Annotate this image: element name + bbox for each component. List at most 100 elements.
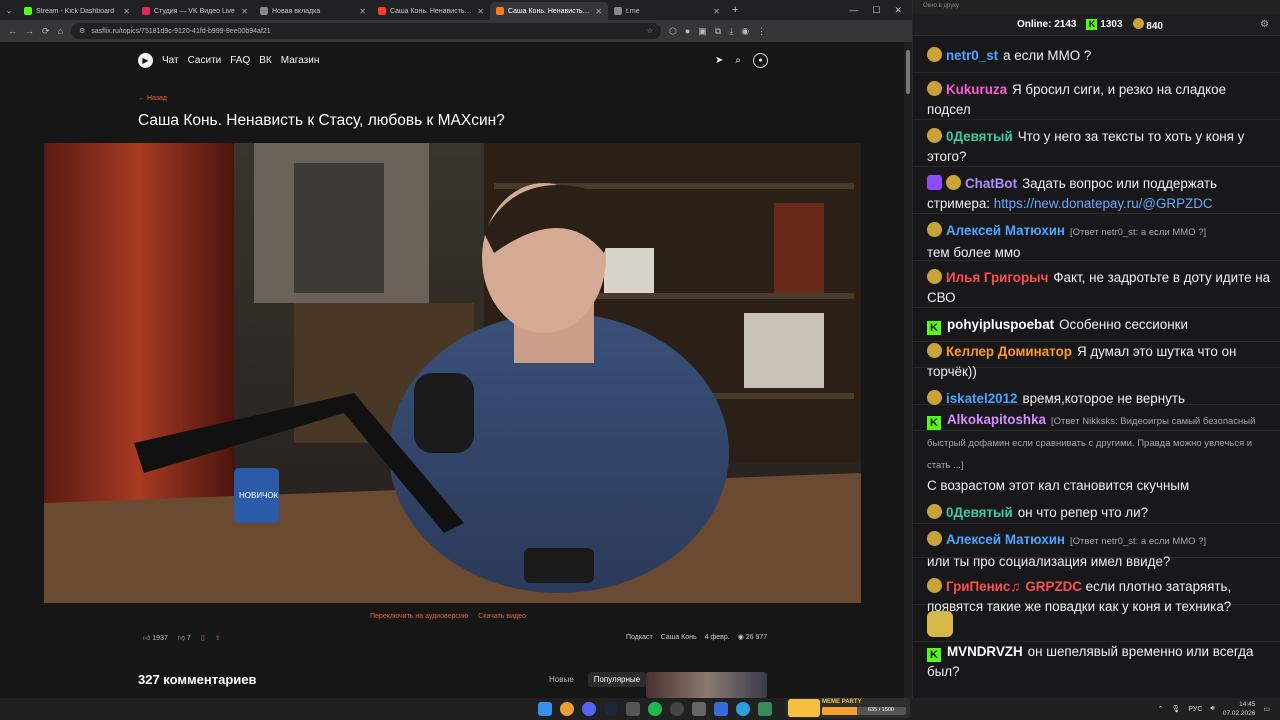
scrollbar-thumb[interactable] (906, 50, 910, 94)
chat-message: Kukuruza Я бросил сиги, и резко на сладко… (927, 80, 1271, 120)
back-arrow-icon[interactable]: ← (8, 26, 17, 36)
reply-quote: [Ответ netr0_st: а если ММО ?] (1070, 536, 1207, 547)
nav-shop[interactable]: Магазин (281, 55, 320, 66)
download-video-link[interactable]: Скачать видео (478, 613, 526, 620)
tag-author[interactable]: Саша Конь (661, 634, 697, 641)
tray-chevron-icon[interactable]: ⌃ (1158, 705, 1164, 713)
clock[interactable]: 14:45 07.02.2026 (1223, 700, 1256, 718)
settings-gear-icon[interactable]: ⚙ (1260, 19, 1269, 30)
chat-username[interactable]: 0Девятый (946, 129, 1013, 144)
mic-icon[interactable]: 🎙︎ (1171, 705, 1180, 713)
nav-chat[interactable]: Чат (162, 55, 179, 66)
notifications-icon[interactable]: ▭ (1263, 705, 1270, 713)
search-icon[interactable]: ⌕ (735, 55, 741, 66)
tab-title: Новая вкладка (272, 7, 321, 15)
tag-podcast[interactable]: Подкаст (626, 634, 653, 641)
forward-arrow-icon[interactable]: → (25, 26, 34, 36)
browser-tab[interactable]: Саша Конь. Ненависть к Стасу ✕ (372, 2, 490, 20)
tab-close-icon[interactable]: ✕ (123, 7, 130, 16)
home-icon[interactable]: ⌂ (58, 26, 63, 36)
chat-username[interactable]: Илья Григорыч (946, 270, 1048, 285)
discord-icon[interactable] (582, 702, 596, 716)
browser-tab[interactable]: Новая вкладка ✕ (254, 2, 372, 20)
download-icon[interactable]: ⤓ (729, 26, 733, 37)
meme-party-label: MEME PARTY (822, 699, 862, 705)
extension-icon-2[interactable]: ● (685, 26, 690, 36)
site-nav: ▶ Чат Сасити FAQ ВК Магазин ➤ ⌕ ● (138, 52, 768, 68)
chat-username[interactable]: MVNDRVZH (947, 644, 1023, 659)
windows-start-icon[interactable] (538, 702, 552, 716)
video-actions: 👍︎ 1937 👎︎ 7 ▯ ⇪ (143, 633, 221, 643)
tab-list-icon[interactable]: ⌄ (0, 6, 18, 15)
chat-username[interactable]: Kukuruza (946, 82, 1007, 97)
chat-username[interactable]: Келлер Доминатор (946, 344, 1072, 359)
minimize-icon[interactable]: — (849, 5, 858, 16)
chat-username[interactable]: 0Девятый (946, 505, 1013, 520)
tab-close-icon[interactable]: ✕ (595, 7, 602, 16)
volume-icon[interactable]: 🔊︎ (1210, 705, 1214, 713)
reload-icon[interactable]: ⟳ (42, 26, 50, 37)
tab-close-icon[interactable]: ✕ (359, 7, 366, 16)
nav-vk[interactable]: ВК (259, 55, 272, 66)
page-scrollbar[interactable] (904, 42, 912, 698)
views-count: ◉ 26 977 (738, 633, 767, 641)
promo-banner-image[interactable] (646, 672, 767, 698)
dislike-button[interactable]: 👎︎ 7 (178, 633, 191, 642)
bookmark-icon[interactable]: ▯ (201, 634, 205, 642)
video-links: Переключить на аудиоверсию Скачать видео (370, 613, 526, 620)
like-button[interactable]: 👍︎ 1937 (143, 633, 168, 642)
extension-icon[interactable]: ⬡ (669, 26, 677, 37)
steam-icon[interactable] (604, 702, 618, 716)
puzzle-icon[interactable]: ⧉ (715, 26, 721, 37)
tab-close-icon[interactable]: ✕ (477, 7, 484, 16)
profile-icon[interactable]: ◉ (741, 26, 749, 37)
sort-popular-tab[interactable]: Популярные (587, 672, 647, 687)
app-icon-3[interactable] (714, 702, 728, 716)
chat-username[interactable]: pohyipluspoebat (947, 317, 1054, 332)
chat-username[interactable]: netr0_st (946, 48, 998, 63)
nav-sasiti[interactable]: Сасити (188, 55, 222, 66)
browser-tab[interactable]: t.me ✕ (608, 2, 726, 20)
telegram-icon[interactable]: ➤ (715, 55, 723, 66)
nav-faq[interactable]: FAQ (230, 55, 250, 66)
site-logo-play-icon[interactable]: ▶ (138, 52, 153, 68)
app-icon-4[interactable] (758, 702, 772, 716)
tab-close-icon[interactable]: ✕ (241, 7, 248, 16)
chat-username[interactable]: ChatBot (965, 176, 1017, 191)
sort-new-tab[interactable]: Новые (543, 672, 580, 687)
video-player[interactable]: НОВИЧОК (44, 143, 861, 603)
spotify-icon[interactable] (648, 702, 662, 716)
site-info-icon[interactable]: ⚙ (79, 27, 85, 35)
back-link[interactable]: ← Назад (138, 95, 167, 102)
chat-username[interactable]: ГриПенис♫ (946, 579, 1020, 594)
browser-tab[interactable]: Студия — VK Видео Live ✕ (136, 2, 254, 20)
browser-tab[interactable]: Саша Конь. Ненависть к С... ✕ (490, 2, 608, 20)
app-icon[interactable] (626, 702, 640, 716)
app-icon-2[interactable] (692, 702, 706, 716)
telegram-app-icon[interactable] (736, 702, 750, 716)
chat-username[interactable]: Alkokapitoshka (947, 412, 1046, 427)
meme-party-widget: MEME PARTY 635 / 1500 (786, 698, 910, 718)
chat-link[interactable]: https://new.donatepay.ru/@GRPZDC (994, 196, 1213, 211)
chat-username[interactable]: Алексей Матюхин (946, 532, 1065, 547)
close-icon[interactable]: ✕ (894, 5, 902, 16)
bookmark-star-icon[interactable]: ☆ (647, 27, 653, 35)
emote-badge-icon (927, 578, 942, 593)
chat-username[interactable]: iskatel2012 (946, 391, 1017, 406)
new-tab-button[interactable]: + (726, 4, 744, 16)
language-indicator[interactable]: РУС (1188, 706, 1202, 713)
url-field[interactable]: ⚙ sasflix.ru/topics/75181d9c-9120-41fd-b… (70, 23, 661, 39)
extension-icon-3[interactable]: ▣ (698, 26, 707, 37)
audio-version-link[interactable]: Переключить на аудиоверсию (370, 613, 468, 620)
maximize-icon[interactable]: ☐ (872, 5, 880, 16)
tab-close-icon[interactable]: ✕ (713, 7, 720, 16)
share-icon[interactable]: ⇪ (215, 634, 221, 642)
emote-badge-icon (946, 175, 961, 190)
browser-tab[interactable]: Stream - Kick Dashboard ✕ (18, 2, 136, 20)
menu-kebab-icon[interactable]: ⋮ (757, 26, 766, 37)
system-tray: ⌃ 🎙︎ РУС 🔊︎ 14:45 07.02.2026 ▭ (1158, 700, 1270, 718)
user-icon[interactable]: ● (753, 52, 768, 68)
chrome-icon[interactable] (560, 702, 574, 716)
obs-icon[interactable] (670, 702, 684, 716)
chat-username[interactable]: Алексей Матюхин (946, 223, 1065, 238)
